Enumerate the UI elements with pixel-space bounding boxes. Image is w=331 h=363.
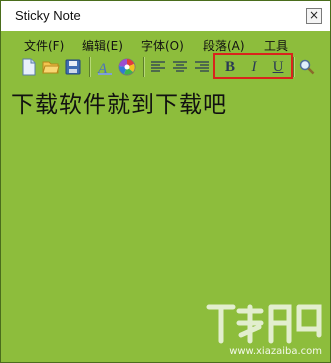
align-left-icon (151, 61, 165, 72)
open-folder-icon (42, 61, 60, 74)
save-icon (65, 59, 81, 75)
toolbar-separator (293, 57, 294, 77)
save-button[interactable] (63, 57, 83, 77)
new-file-icon (22, 58, 36, 76)
menu-paragraph[interactable]: 段落(A) (203, 37, 245, 54)
menu-file[interactable]: 文件(F) (24, 37, 64, 54)
align-right-icon (195, 61, 209, 72)
sticky-note-window: Sticky Note × 文件(F) 编辑(E) 字体(O) 段落(A) 工具 (0, 0, 331, 363)
watermark-url: www.xiazaiba.com (229, 346, 322, 357)
font-button[interactable]: A (95, 57, 115, 77)
new-file-button[interactable] (19, 57, 39, 77)
align-left-button[interactable] (148, 57, 168, 77)
search-icon (299, 59, 315, 75)
close-button[interactable]: × (306, 8, 322, 24)
menu-font[interactable]: 字体(O) (141, 37, 184, 54)
toolbar-separator (143, 57, 144, 77)
color-button[interactable] (117, 57, 137, 77)
align-center-button[interactable] (170, 57, 190, 77)
search-button[interactable] (297, 57, 317, 77)
menu-tools[interactable]: 工具 (264, 37, 288, 54)
align-center-icon (173, 61, 187, 72)
watermark-logo (206, 304, 322, 344)
close-icon: × (308, 8, 320, 22)
color-palette-icon (118, 58, 136, 76)
open-file-button[interactable] (41, 57, 61, 77)
align-right-button[interactable] (192, 57, 212, 77)
watermark: www.xiazaiba.com (201, 301, 326, 359)
toolbar-separator (89, 57, 90, 77)
title-bar: Sticky Note × (1, 1, 330, 31)
menu-bar: 文件(F) 编辑(E) 字体(O) 段落(A) 工具 (1, 34, 330, 54)
format-highlight-box (213, 53, 293, 79)
note-text[interactable]: 下载软件就到下载吧 (11, 85, 227, 119)
font-icon: A (97, 61, 112, 76)
menu-edit[interactable]: 编辑(E) (82, 37, 123, 54)
window-title: Sticky Note (15, 8, 81, 23)
